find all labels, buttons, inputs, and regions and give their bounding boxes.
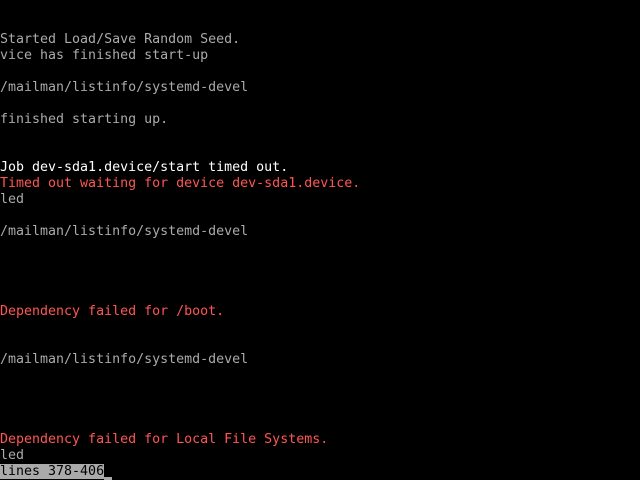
log-line-error: Dependency failed for Local File Systems… xyxy=(0,432,329,447)
log-line: vice has finished start-up xyxy=(0,48,209,63)
log-line: led xyxy=(0,448,25,463)
log-line: led xyxy=(0,192,25,207)
log-line-error: Timed out waiting for device dev-sda1.de… xyxy=(0,176,361,191)
log-line: finished starting up. xyxy=(0,112,169,127)
terminal-screen: Started Load/Save Random Seed. vice has … xyxy=(0,0,640,480)
pager-status: lines 378-406 xyxy=(0,464,105,479)
log-line: /mailman/listinfo/systemd-devel xyxy=(0,352,249,367)
log-line: /mailman/listinfo/systemd-devel xyxy=(0,224,249,239)
log-line: /mailman/listinfo/systemd-devel xyxy=(0,80,249,95)
log-line: Started Load/Save Random Seed. xyxy=(0,32,241,47)
log-line-highlight: Job dev-sda1.device/start timed out. xyxy=(0,160,289,175)
pager-status-bar: lines 378-406 xyxy=(0,464,113,480)
log-line-error: Dependency failed for /boot. xyxy=(0,304,225,319)
